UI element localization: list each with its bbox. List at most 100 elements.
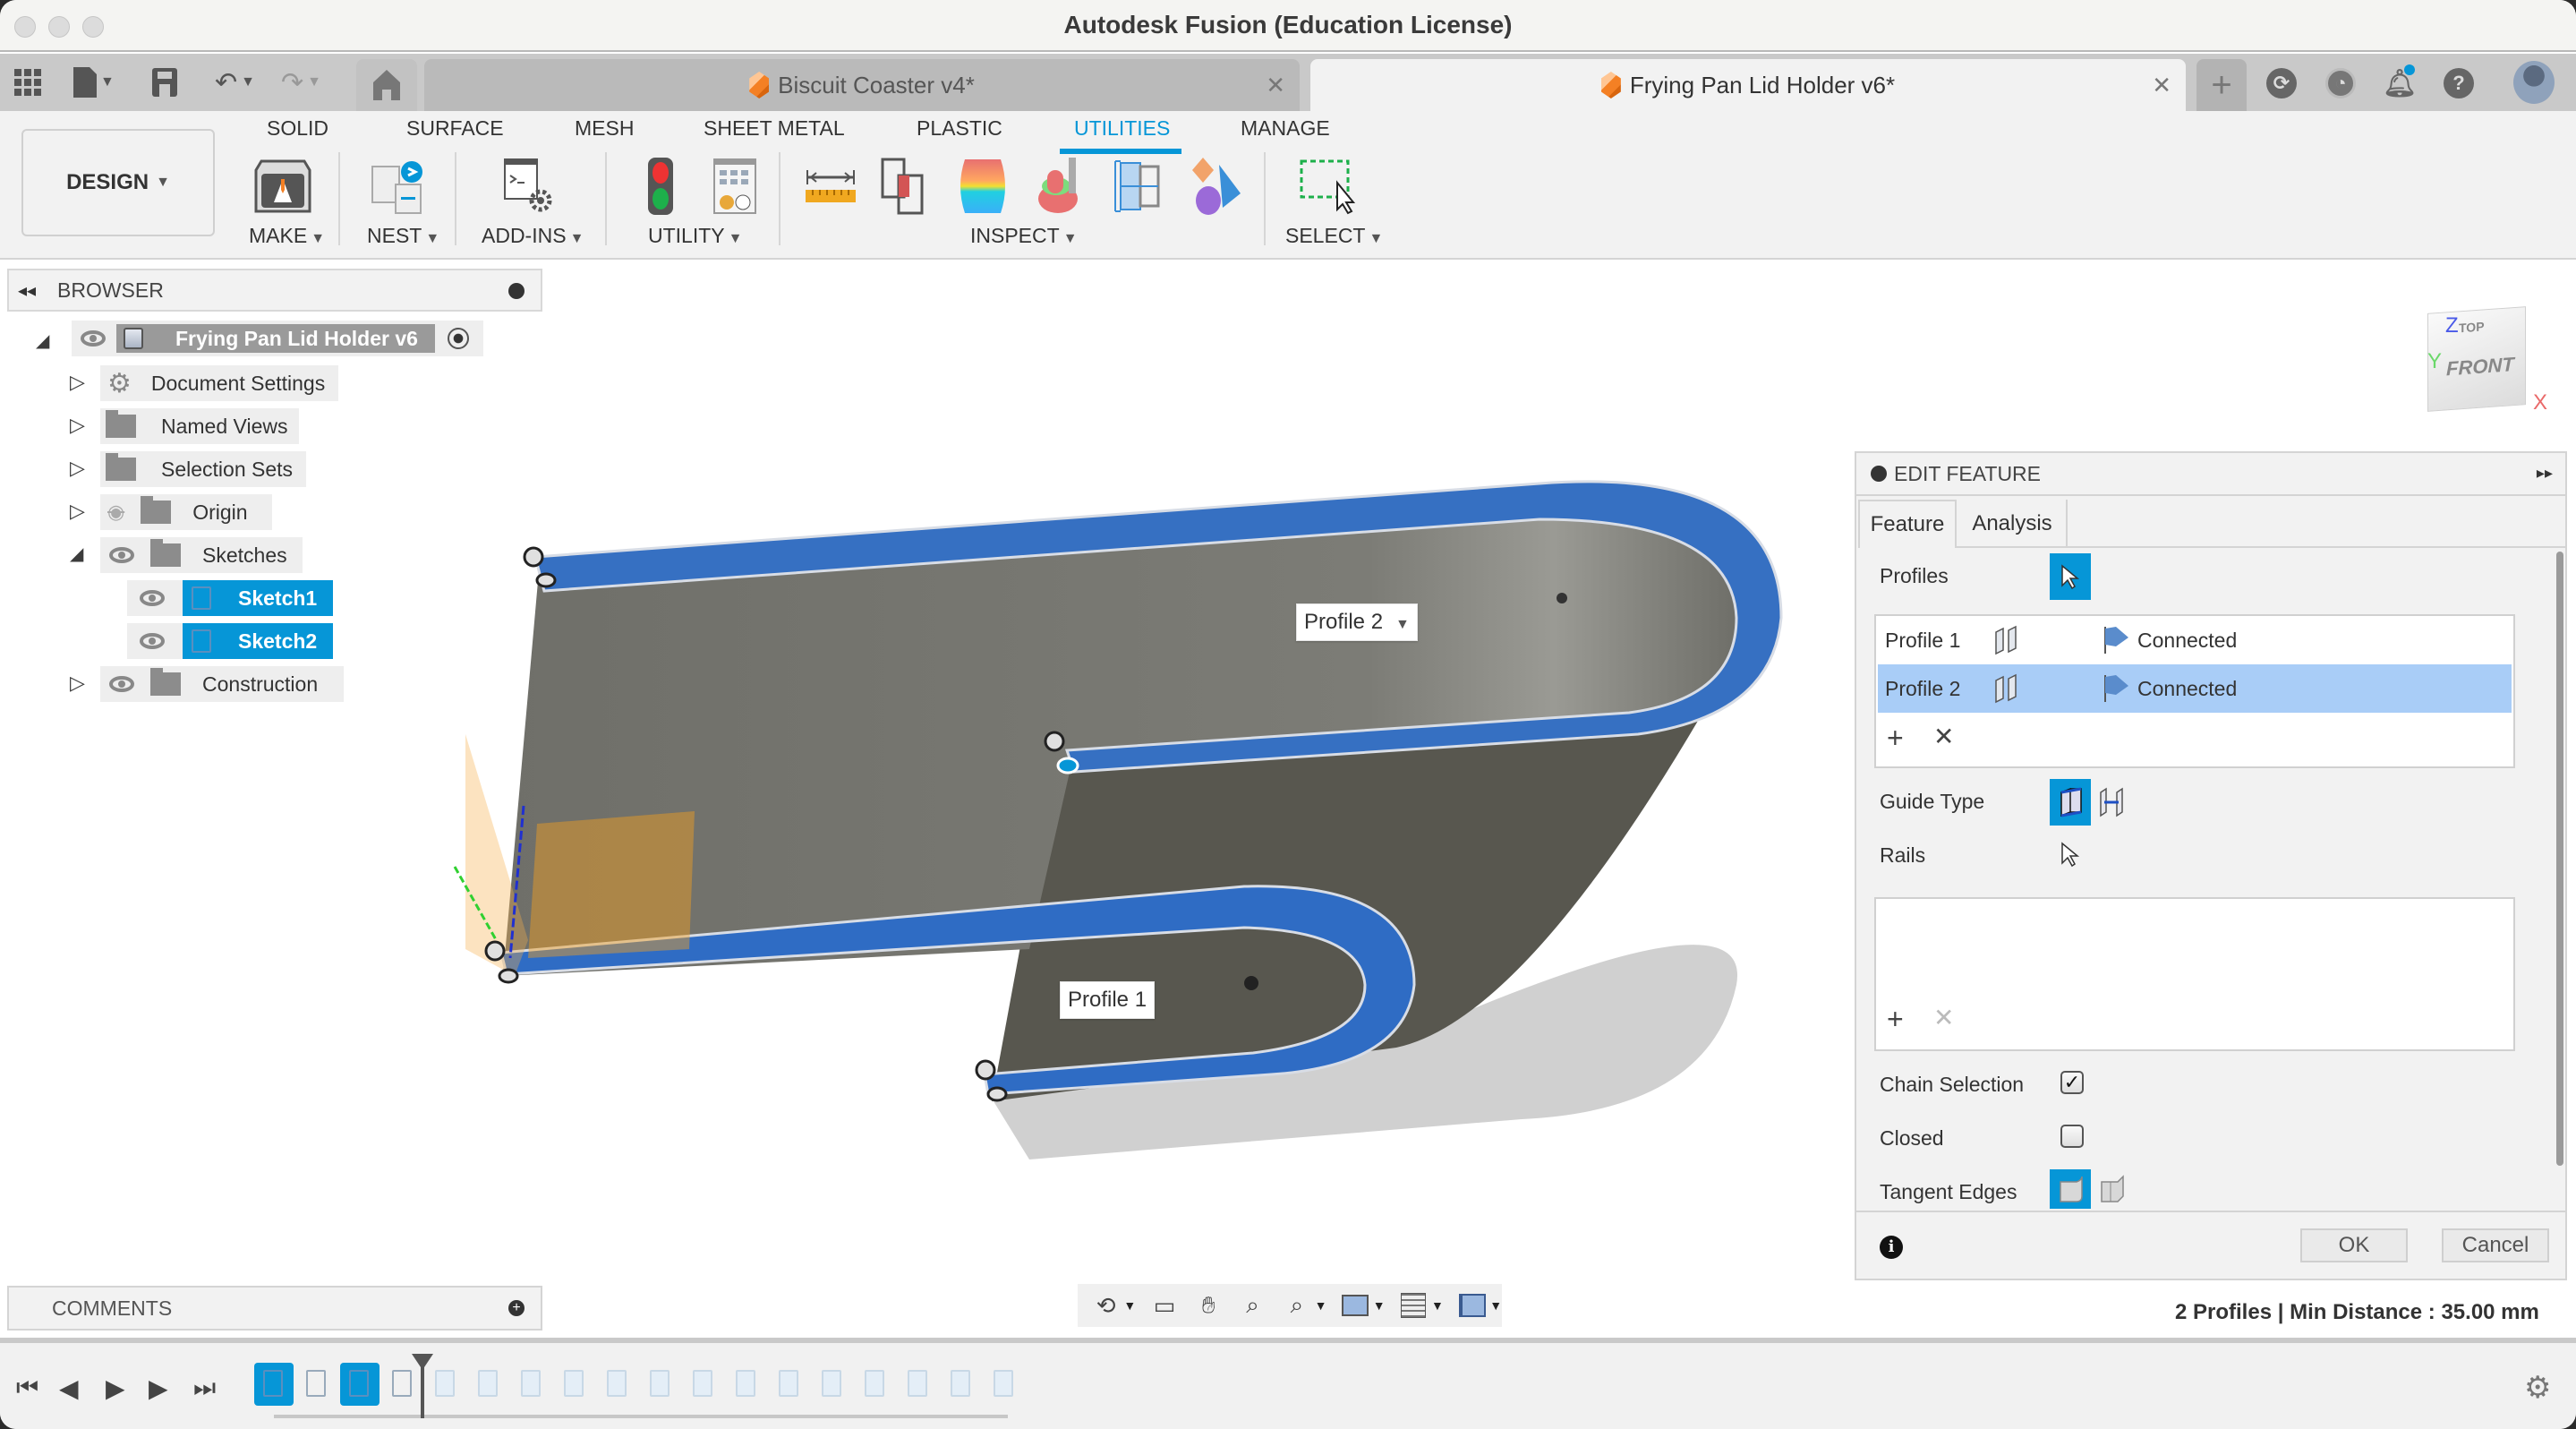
- play-icon[interactable]: ▶: [106, 1373, 125, 1403]
- sketch-point[interactable]: [975, 1059, 996, 1081]
- closed-checkbox[interactable]: [2060, 1125, 2084, 1148]
- profile-avatar[interactable]: [2513, 61, 2555, 104]
- timeline-feature-item[interactable]: [899, 1363, 938, 1406]
- add-ins-group-label[interactable]: ADD-INS ▼: [482, 224, 584, 248]
- file-menu-button[interactable]: ▼: [73, 66, 115, 98]
- timeline-feature-item[interactable]: [942, 1363, 981, 1406]
- undo-button[interactable]: ↶ ▼: [215, 66, 255, 98]
- visibility-eye-icon[interactable]: [81, 330, 106, 347]
- scripts-addins-icon[interactable]: [501, 158, 559, 215]
- profiles-select-button[interactable]: [2050, 553, 2091, 600]
- collapse-dialog-icon[interactable]: [1871, 466, 1887, 482]
- visibility-eye-icon[interactable]: [109, 547, 134, 563]
- timeline-feature-item[interactable]: [641, 1363, 680, 1406]
- utility-group-label[interactable]: UTILITY ▼: [648, 224, 742, 248]
- profile-2-label[interactable]: Profile 2 ▼: [1296, 603, 1418, 641]
- grid-dropdown-icon[interactable]: ▼: [1431, 1298, 1444, 1313]
- timeline-feature-item[interactable]: [426, 1363, 465, 1406]
- zoom-dropdown-icon[interactable]: ▼: [1315, 1298, 1327, 1313]
- remove-rail-button[interactable]: ✕: [1933, 1003, 1954, 1032]
- timeline-feature-item[interactable]: [297, 1363, 337, 1406]
- ok-button[interactable]: OK: [2300, 1228, 2408, 1262]
- tab-biscuit-coaster[interactable]: Biscuit Coaster v4* ✕: [424, 59, 1300, 111]
- timeline-feature-item[interactable]: [555, 1363, 594, 1406]
- tangent-edges-keep-button[interactable]: [2091, 1169, 2132, 1209]
- tab-plastic[interactable]: PLASTIC: [917, 116, 1002, 141]
- viewcube-front-face[interactable]: FRONT: [2446, 353, 2514, 381]
- info-icon[interactable]: i: [1880, 1236, 1903, 1259]
- collapse-arrow-icon[interactable]: ◢: [36, 329, 49, 352]
- expand-arrow-icon[interactable]: ▷: [70, 414, 85, 437]
- orbit-icon[interactable]: ⟲: [1090, 1290, 1122, 1321]
- last-icon[interactable]: ⏭: [193, 1373, 216, 1403]
- chain-selection-checkbox[interactable]: ✓: [2060, 1071, 2084, 1094]
- close-tab-icon[interactable]: ✕: [1266, 72, 1285, 99]
- pin-panel-icon[interactable]: [508, 283, 525, 299]
- connected-flag-icon[interactable]: [2102, 625, 2132, 655]
- connected-flag-icon[interactable]: [2102, 673, 2132, 704]
- flip-direction-icon[interactable]: [1992, 673, 2019, 704]
- component-color-icon[interactable]: [1187, 158, 1244, 215]
- section-analysis-icon[interactable]: [1110, 158, 1167, 215]
- tab-sheet-metal[interactable]: SHEET METAL: [704, 116, 845, 141]
- dialog-scrollbar[interactable]: [2556, 552, 2563, 1166]
- save-button[interactable]: [152, 66, 177, 98]
- timeline-feature-item[interactable]: [813, 1363, 852, 1406]
- display-dropdown-icon[interactable]: ▼: [1373, 1298, 1386, 1313]
- visibility-eye-icon[interactable]: [140, 633, 165, 649]
- comments-panel-header[interactable]: COMMENTS +: [7, 1286, 542, 1331]
- traffic-light-icon[interactable]: [632, 158, 689, 215]
- new-tab-button[interactable]: +: [2196, 59, 2247, 111]
- tab-manage[interactable]: MANAGE: [1241, 116, 1330, 141]
- remove-profile-button[interactable]: ✕: [1933, 722, 1954, 751]
- zoom-icon[interactable]: ⌕: [1237, 1290, 1268, 1321]
- viewports-dropdown-icon[interactable]: ▼: [1489, 1298, 1502, 1313]
- tab-analysis[interactable]: Analysis: [1958, 500, 2068, 548]
- browser-item-sketch1[interactable]: Sketch1: [127, 580, 333, 616]
- sketch-point[interactable]: [498, 968, 519, 984]
- zoom-window-icon[interactable]: ⌕: [1281, 1290, 1312, 1321]
- job-status-icon[interactable]: ◔: [2325, 68, 2356, 98]
- timeline-feature-item[interactable]: [985, 1363, 1024, 1406]
- timeline-marker[interactable]: [421, 1357, 424, 1418]
- sketch-point[interactable]: [484, 940, 506, 962]
- extensions-icon[interactable]: ⟳: [2266, 68, 2297, 98]
- curvature-analysis-icon[interactable]: [954, 158, 1011, 215]
- timeline-feature-item[interactable]: [684, 1363, 723, 1406]
- table-icon[interactable]: [709, 158, 766, 215]
- accessibility-analysis-icon[interactable]: [1033, 158, 1090, 215]
- interference-icon[interactable]: [877, 158, 934, 215]
- sketch-point[interactable]: [1044, 731, 1065, 752]
- tab-utilities[interactable]: UTILITIES: [1074, 116, 1170, 141]
- close-tab-icon[interactable]: ✕: [2152, 72, 2171, 99]
- collapse-arrow-icon[interactable]: ◢: [70, 543, 83, 565]
- expand-dialog-icon[interactable]: ▸▸: [2537, 464, 2553, 483]
- selected-sketch-point[interactable]: [1056, 757, 1079, 774]
- browser-item-sketch2[interactable]: Sketch2: [127, 623, 333, 659]
- browser-root-component[interactable]: Frying Pan Lid Holder v6: [72, 321, 483, 356]
- expand-arrow-icon[interactable]: ▷: [70, 500, 85, 523]
- sketch-point[interactable]: [523, 546, 544, 568]
- add-comment-icon[interactable]: +: [508, 1300, 525, 1316]
- add-profile-button[interactable]: +: [1887, 722, 1904, 755]
- dialog-header[interactable]: EDIT FEATURE ▸▸: [1856, 453, 2565, 496]
- collapse-browser-icon[interactable]: ◂◂: [18, 279, 45, 302]
- timeline-feature-item[interactable]: [856, 1363, 895, 1406]
- sketch-point[interactable]: [986, 1086, 1008, 1102]
- previous-icon[interactable]: ◀: [59, 1373, 79, 1403]
- sketch-point[interactable]: [535, 572, 557, 588]
- timeline-feature-item[interactable]: [340, 1363, 380, 1406]
- viewcube-top-face[interactable]: TOP: [2459, 319, 2485, 335]
- browser-panel-header[interactable]: ◂◂ BROWSER: [7, 269, 542, 312]
- expand-arrow-icon[interactable]: ▷: [70, 672, 85, 695]
- measure-icon[interactable]: [802, 158, 859, 215]
- expand-arrow-icon[interactable]: ▷: [70, 371, 85, 394]
- select-group-label[interactable]: SELECT ▼: [1285, 224, 1383, 248]
- workspace-switcher[interactable]: DESIGN ▼: [21, 129, 215, 236]
- tab-surface[interactable]: SURFACE: [406, 116, 504, 141]
- rails-select-pointer[interactable]: [2060, 842, 2080, 873]
- profile-row[interactable]: Profile 1 Connected: [1878, 616, 2512, 664]
- look-at-icon[interactable]: ▭: [1148, 1290, 1180, 1321]
- tab-feature[interactable]: Feature: [1858, 500, 1957, 548]
- browser-item-origin[interactable]: ◉ Origin: [100, 494, 272, 530]
